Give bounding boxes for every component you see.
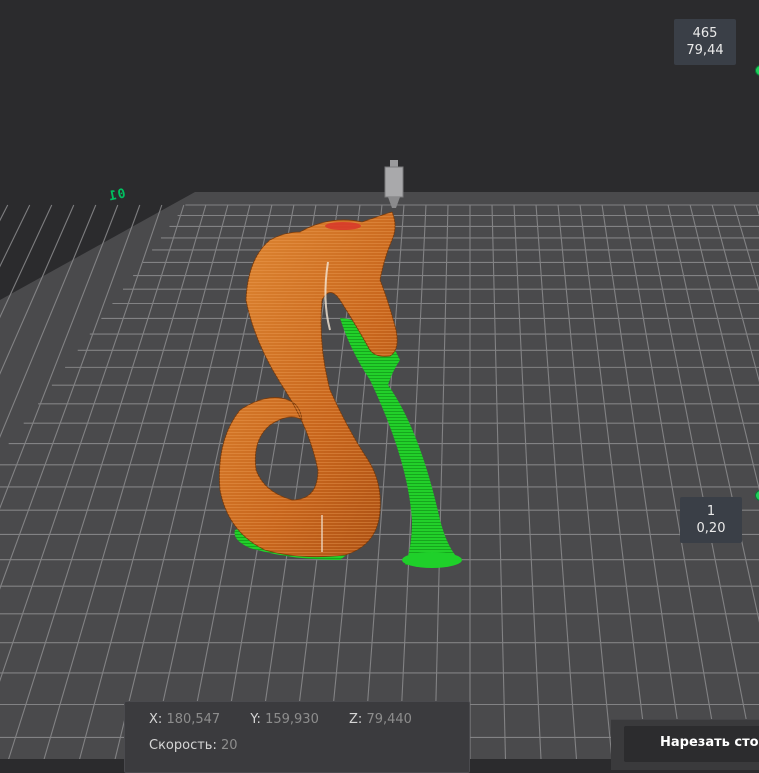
scene-canvas: [0, 160, 759, 773]
layer-slider-bottom-tooltip: 1 0,20: [680, 497, 742, 543]
speed-label: Скорость:: [149, 738, 217, 753]
bottom-layer-height: 0,20: [696, 521, 726, 536]
top-layer-number: 465: [692, 26, 718, 41]
bottom-layer-number: 1: [706, 504, 716, 519]
speed-value: 20: [221, 738, 238, 753]
y-label: Y:: [250, 712, 261, 727]
layer-slider-top-tooltip: 465 79,44: [674, 19, 736, 65]
z-label: Z:: [349, 712, 363, 727]
x-label: X:: [149, 712, 163, 727]
3d-viewport[interactable]: 01: [0, 0, 759, 773]
position-readout: X: 180,547 Y: 159,930 Z: 79,440 Скорость…: [124, 701, 470, 773]
layer-slider-top-handle[interactable]: [755, 65, 759, 76]
slice-button[interactable]: Нарезать сто: [624, 726, 759, 762]
x-value: 180,547: [166, 712, 221, 727]
y-value: 159,930: [265, 712, 319, 727]
layer-slider-bottom-handle[interactable]: [755, 490, 759, 501]
top-layer-height: 79,44: [686, 43, 724, 58]
z-value: 79,440: [366, 712, 412, 727]
